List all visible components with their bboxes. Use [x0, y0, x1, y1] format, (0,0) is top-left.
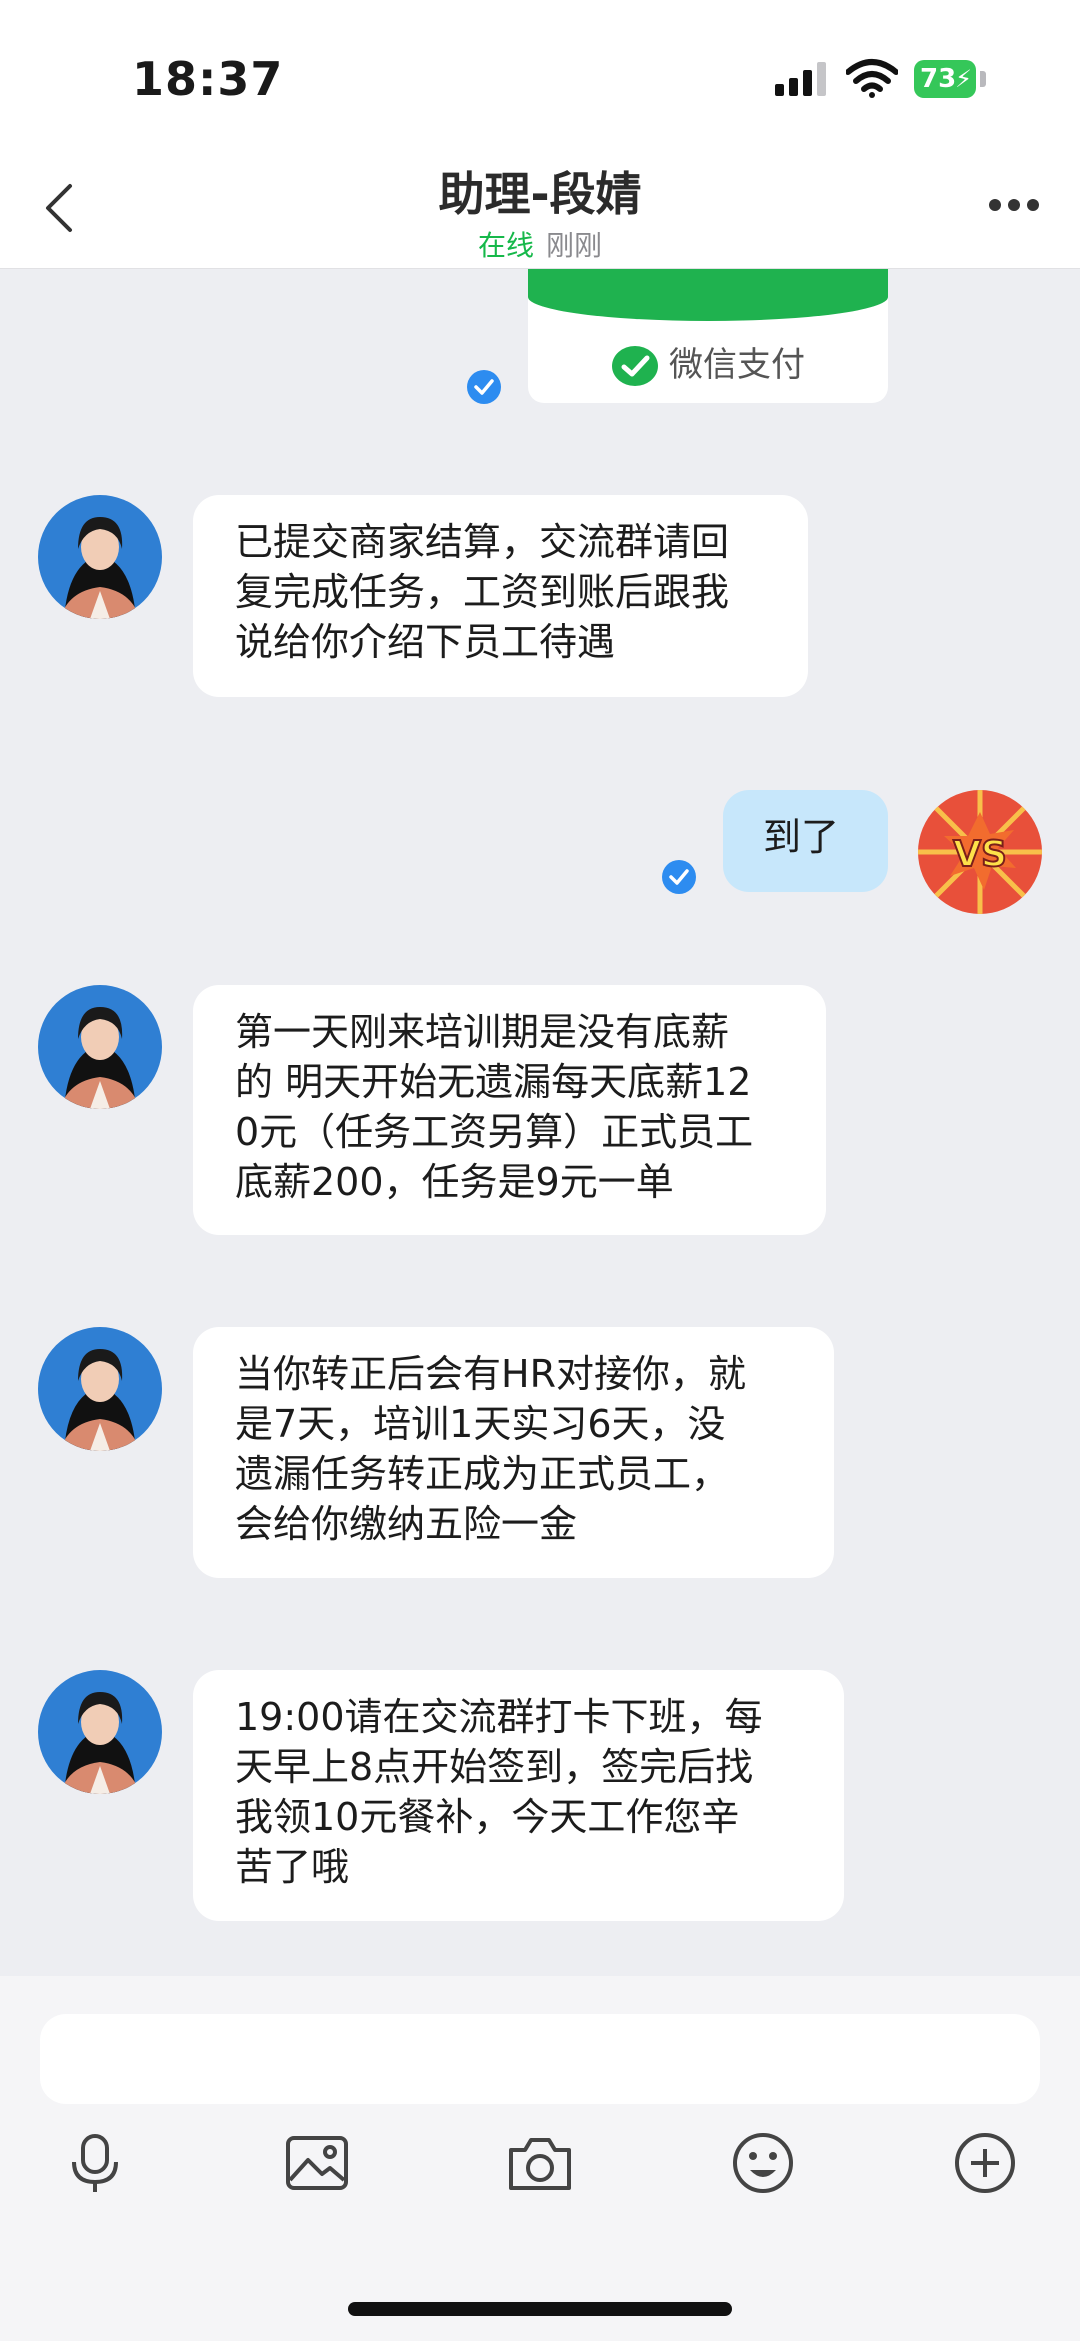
my-avatar[interactable]: VS — [918, 790, 1042, 914]
wechat-pay-icon — [612, 345, 658, 386]
message-bubble-outgoing[interactable]: 到了 — [723, 790, 888, 892]
assistant-avatar[interactable] — [38, 985, 162, 1109]
home-indicator — [348, 2302, 732, 2316]
last-seen: 刚刚 — [546, 229, 603, 262]
online-status: 在线 — [477, 229, 534, 262]
svg-text:VS: VS — [953, 834, 1007, 875]
signal-icon — [775, 62, 826, 96]
emoji-icon[interactable] — [728, 2128, 798, 2198]
pay-card-banner — [528, 269, 888, 321]
wifi-icon — [846, 59, 898, 98]
assistant-avatar-image — [38, 985, 162, 1109]
assistant-avatar[interactable] — [38, 1670, 162, 1794]
status-time: 18:37 — [132, 52, 284, 106]
mic-icon[interactable] — [60, 2128, 130, 2198]
message-bubble-incoming[interactable]: 已提交商家结算，交流群请回 复完成任务，工资到账后跟我 说给你介绍下员工待遇 — [193, 495, 808, 697]
pay-card-label: 微信支付 — [528, 337, 888, 389]
battery-indicator: 73 ⚡ — [914, 60, 976, 98]
camera-icon[interactable] — [505, 2128, 575, 2198]
status-bar: 18:37 73 ⚡ — [0, 0, 1080, 150]
message-bubble-incoming[interactable]: 当你转正后会有HR对接你，就 是7天，培训1天实习6天，没 遗漏任务转正成为正式… — [193, 1327, 834, 1578]
battery-level: 73 — [920, 64, 957, 94]
presence: 在线 刚刚 — [0, 224, 1080, 264]
assistant-avatar-image — [38, 1327, 162, 1451]
check-icon — [467, 370, 501, 404]
charging-icon: ⚡ — [955, 65, 972, 93]
composer — [0, 1976, 1080, 2341]
message-input[interactable] — [40, 2014, 1040, 2104]
vs-avatar-image: VS — [918, 790, 1042, 914]
assistant-avatar-image — [38, 1670, 162, 1794]
battery-cap — [980, 71, 986, 87]
more-icon[interactable] — [988, 198, 1040, 212]
assistant-avatar[interactable] — [38, 495, 162, 619]
plus-icon[interactable] — [950, 2128, 1020, 2198]
check-icon — [662, 860, 696, 894]
message-bubble-incoming[interactable]: 19:00请在交流群打卡下班，每 天早上8点开始签到，签完后找 我领10元餐补，… — [193, 1670, 844, 1921]
chat-header: 助理-段婧 在线 刚刚 — [0, 150, 1080, 269]
image-icon[interactable] — [282, 2128, 352, 2198]
message-bubble-incoming[interactable]: 第一天刚来培训期是没有底薪 的 明天开始无遗漏每天底薪12 0元（任务工资另算）… — [193, 985, 826, 1235]
wechat-pay-card[interactable]: 微信支付 — [528, 269, 888, 403]
assistant-avatar-image — [38, 495, 162, 619]
chat-title: 助理-段婧 — [438, 167, 642, 221]
assistant-avatar[interactable] — [38, 1327, 162, 1451]
pay-card-text: 微信支付 — [669, 345, 805, 385]
